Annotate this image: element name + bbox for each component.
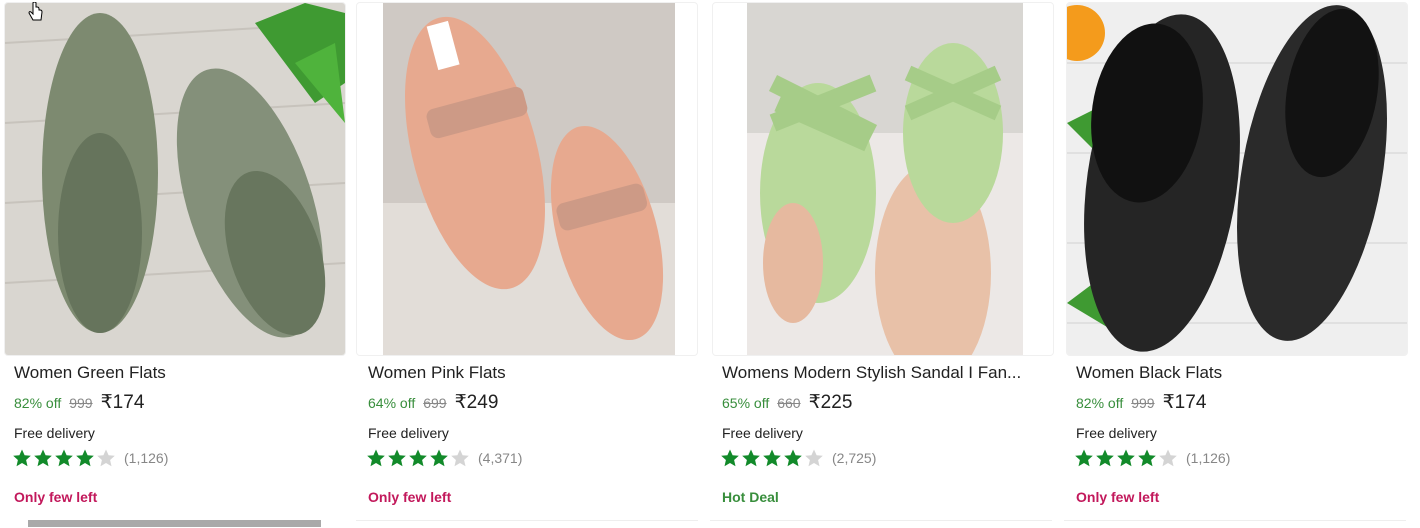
green-sandal-image — [713, 3, 1053, 355]
original-price: 999 — [69, 395, 93, 411]
rating: (1,126) — [12, 448, 168, 468]
product-image[interactable] — [356, 2, 698, 356]
discount-label: 64% off — [368, 395, 416, 411]
star-filled-icon — [430, 449, 448, 467]
star-empty-icon — [451, 449, 469, 467]
original-price: 699 — [423, 395, 447, 411]
discount-label: 65% off — [722, 395, 770, 411]
rating: (4,371) — [366, 448, 522, 468]
selling-price: ₹174 — [100, 392, 145, 413]
original-price: 660 — [777, 395, 801, 411]
next-row-image-edge — [28, 520, 321, 527]
selling-price: ₹225 — [808, 392, 853, 413]
star-filled-icon — [367, 449, 385, 467]
rating-count: (1,126) — [124, 450, 169, 466]
deal-tag: Hot Deal — [722, 489, 779, 505]
star-filled-icon — [742, 449, 760, 467]
delivery-label: Free delivery — [14, 425, 95, 441]
product-title[interactable]: Women Black Flats — [1076, 362, 1396, 384]
price-row: 82% off 999 ₹174 — [1076, 391, 1206, 413]
star-filled-icon — [721, 449, 739, 467]
product-card[interactable]: Women Green Flats 82% off 999 ₹174 Free … — [0, 0, 348, 527]
selling-price: ₹174 — [1162, 392, 1207, 413]
rating-count: (2,725) — [832, 450, 877, 466]
star-rating — [720, 448, 824, 468]
rating-count: (1,126) — [1186, 450, 1231, 466]
product-title[interactable]: Women Pink Flats — [368, 362, 688, 384]
delivery-label: Free delivery — [368, 425, 449, 441]
star-empty-icon — [1159, 449, 1177, 467]
star-rating — [1074, 448, 1178, 468]
product-grid: Women Green Flats 82% off 999 ₹174 Free … — [0, 0, 1420, 527]
rating: (2,725) — [720, 448, 876, 468]
discount-label: 82% off — [1076, 395, 1124, 411]
star-rating — [12, 448, 116, 468]
star-filled-icon — [1075, 449, 1093, 467]
price-row: 64% off 699 ₹249 — [368, 391, 498, 413]
star-filled-icon — [388, 449, 406, 467]
star-filled-icon — [55, 449, 73, 467]
stock-tag: Only few left — [1076, 489, 1160, 505]
stock-tag: Only few left — [14, 489, 98, 505]
star-filled-icon — [1117, 449, 1135, 467]
star-empty-icon — [805, 449, 823, 467]
star-filled-icon — [784, 449, 802, 467]
star-rating — [366, 448, 470, 468]
product-title[interactable]: Women Green Flats — [14, 362, 334, 384]
pink-flats-image — [357, 3, 697, 355]
star-filled-icon — [409, 449, 427, 467]
product-image[interactable] — [712, 2, 1054, 356]
price-row: 82% off 999 ₹174 — [14, 391, 144, 413]
product-image[interactable] — [4, 2, 346, 356]
product-card[interactable]: Women Pink Flats 64% off 699 ₹249 Free d… — [354, 0, 702, 527]
black-flats-image — [1067, 3, 1407, 355]
star-filled-icon — [13, 449, 31, 467]
star-empty-icon — [97, 449, 115, 467]
stock-tag: Only few left — [368, 489, 452, 505]
rating: (1,126) — [1074, 448, 1230, 468]
green-flats-image — [5, 3, 345, 355]
product-card[interactable]: Women Black Flats 82% off 999 ₹174 Free … — [1062, 0, 1410, 527]
star-filled-icon — [34, 449, 52, 467]
delivery-label: Free delivery — [1076, 425, 1157, 441]
star-filled-icon — [76, 449, 94, 467]
selling-price: ₹249 — [454, 392, 499, 413]
rating-count: (4,371) — [478, 450, 523, 466]
product-card[interactable]: Womens Modern Stylish Sandal I Fan... 65… — [708, 0, 1056, 527]
product-title[interactable]: Womens Modern Stylish Sandal I Fan... — [722, 362, 1042, 384]
star-filled-icon — [763, 449, 781, 467]
star-filled-icon — [1138, 449, 1156, 467]
hand-cursor-icon — [28, 2, 43, 21]
price-row: 65% off 660 ₹225 — [722, 391, 852, 413]
product-image[interactable] — [1066, 2, 1408, 356]
discount-label: 82% off — [14, 395, 62, 411]
delivery-label: Free delivery — [722, 425, 803, 441]
original-price: 999 — [1131, 395, 1155, 411]
star-filled-icon — [1096, 449, 1114, 467]
